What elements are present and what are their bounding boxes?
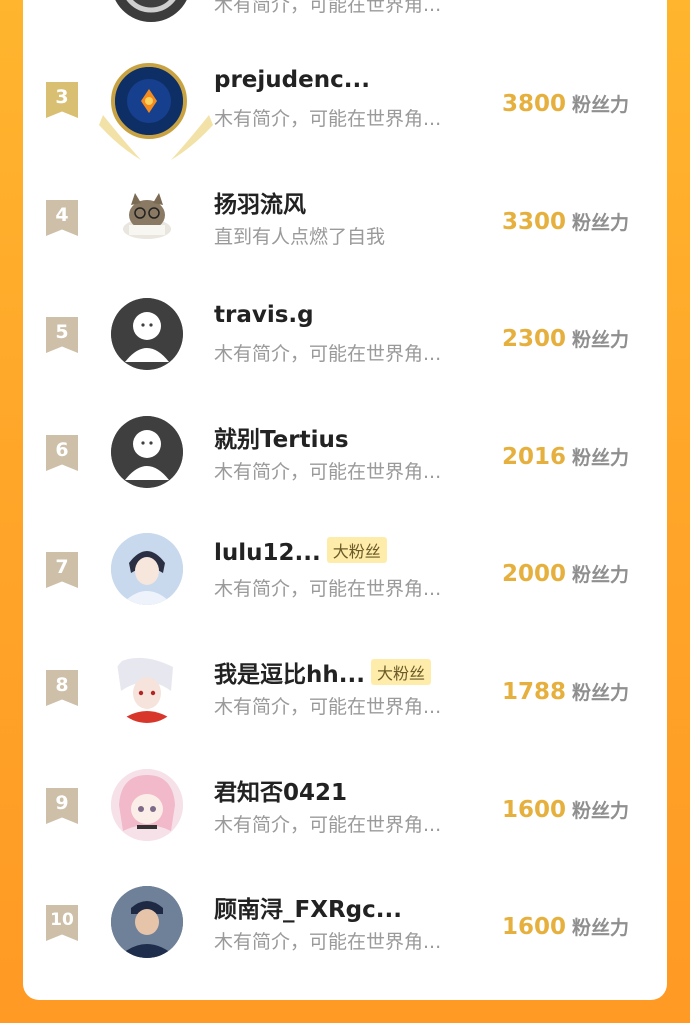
- user-name[interactable]: 就别Tertius: [214, 420, 349, 454]
- user-name[interactable]: lulu12... 大粉丝: [214, 537, 387, 566]
- score-unit: 粉丝力: [571, 682, 629, 704]
- score-value: 1600: [501, 914, 566, 940]
- rank-badge: 6: [46, 435, 78, 471]
- list-item[interactable]: 3 prejudenc... 木有简介，可能在世界角... 3800 粉丝力: [23, 40, 667, 160]
- white-hair-anime-avatar-icon[interactable]: [111, 651, 183, 723]
- rank-badge: 4: [46, 200, 78, 236]
- list-item[interactable]: 8 我是逗比hh... 大粉丝 木有简介，可能在世界角... 1788 粉丝力: [23, 628, 667, 746]
- list-item[interactable]: 5 travis.g 木有简介，可能在世界角... 2300 粉丝力: [23, 275, 667, 393]
- photo-boy-avatar-icon[interactable]: [111, 886, 183, 958]
- default-avatar-icon[interactable]: [111, 0, 191, 22]
- user-name[interactable]: travis.g: [214, 302, 314, 328]
- pink-hair-anime-avatar-icon[interactable]: [111, 769, 183, 841]
- fan-power-score: 1600 粉丝力: [502, 913, 629, 940]
- fan-power-score: 3800 粉丝力: [502, 90, 629, 117]
- score-value: 2016: [501, 444, 566, 470]
- score-value: 2000: [501, 561, 566, 587]
- rank-badge: 3: [46, 82, 78, 118]
- fan-power-score: 2300 粉丝力: [502, 325, 629, 352]
- user-bio: 木有简介，可能在世界角...: [214, 461, 442, 483]
- anime-boy-avatar-icon[interactable]: [111, 533, 183, 605]
- score-unit: 粉丝力: [571, 94, 629, 116]
- fan-power-score: 3300 粉丝力: [502, 208, 629, 235]
- default-avatar-icon[interactable]: [111, 298, 183, 370]
- user-bio: 木有简介，可能在世界角...: [214, 931, 442, 953]
- user-name[interactable]: 君知否0421: [214, 773, 347, 807]
- list-item[interactable]: 7 lulu12... 大粉丝 木有简介，可能在世界角... 2000 粉丝力: [23, 510, 667, 628]
- user-bio: 木有简介，可能在世界角...: [214, 578, 442, 600]
- user-name[interactable]: 顾南浔_FXRgc...: [214, 890, 402, 924]
- user-bio: 木有简介，可能在世界角...: [214, 696, 442, 718]
- user-name[interactable]: 我是逗比hh... 大粉丝: [214, 655, 431, 689]
- user-name[interactable]: 扬羽流风: [214, 185, 306, 219]
- score-unit: 粉丝力: [571, 800, 629, 822]
- score-unit: 粉丝力: [571, 212, 629, 234]
- crest-avatar-icon[interactable]: [111, 63, 187, 139]
- score-unit: 粉丝力: [571, 917, 629, 939]
- user-bio: 木有简介，可能在世界角...: [214, 108, 442, 130]
- list-item[interactable]: 6 就别Tertius 木有简介，可能在世界角... 2016 粉丝力: [23, 393, 667, 511]
- rank-badge: 10: [46, 905, 78, 941]
- user-bio: 直到有人点燃了自我: [214, 226, 386, 248]
- list-item[interactable]: 9 君知否0421 木有简介，可能在世界角... 1600 粉丝力: [23, 746, 667, 864]
- score-value: 1788: [501, 679, 566, 705]
- user-bio: 木有简介，可能在世界角...: [214, 814, 442, 836]
- user-bio: 木有简介，可能在世界角...: [214, 0, 442, 16]
- big-fan-badge: 大粉丝: [370, 659, 431, 685]
- rank-badge: 8: [46, 670, 78, 706]
- score-unit: 粉丝力: [571, 564, 629, 586]
- score-unit: 粉丝力: [571, 447, 629, 469]
- score-value: 3300: [501, 209, 566, 235]
- fan-power-score: 1600 粉丝力: [502, 796, 629, 823]
- default-avatar-icon[interactable]: [111, 416, 183, 488]
- score-value: 2300: [501, 326, 566, 352]
- user-name[interactable]: prejudenc...: [214, 67, 370, 93]
- fan-power-score: 2016 粉丝力: [502, 443, 629, 470]
- fan-power-score: 2000 粉丝力: [502, 560, 629, 587]
- score-value: 1600: [501, 797, 566, 823]
- partial-row: 木有简介，可能在世界角...: [0, 0, 690, 22]
- rank-badge: 7: [46, 552, 78, 588]
- big-fan-badge: 大粉丝: [326, 537, 387, 563]
- rank-badge: 9: [46, 788, 78, 824]
- fan-power-score: 1788 粉丝力: [502, 678, 629, 705]
- user-bio: 木有简介，可能在世界角...: [214, 343, 442, 365]
- rank-badge: 5: [46, 317, 78, 353]
- list-item[interactable]: 4 扬羽流风 直到有人点燃了自我 3300 粉丝力: [23, 158, 667, 276]
- list-item[interactable]: 10 顾南浔_FXRgc... 木有简介，可能在世界角... 1600 粉丝力: [23, 863, 667, 981]
- score-value: 3800: [501, 91, 566, 117]
- cat-reading-avatar-icon[interactable]: [111, 181, 183, 253]
- score-unit: 粉丝力: [571, 329, 629, 351]
